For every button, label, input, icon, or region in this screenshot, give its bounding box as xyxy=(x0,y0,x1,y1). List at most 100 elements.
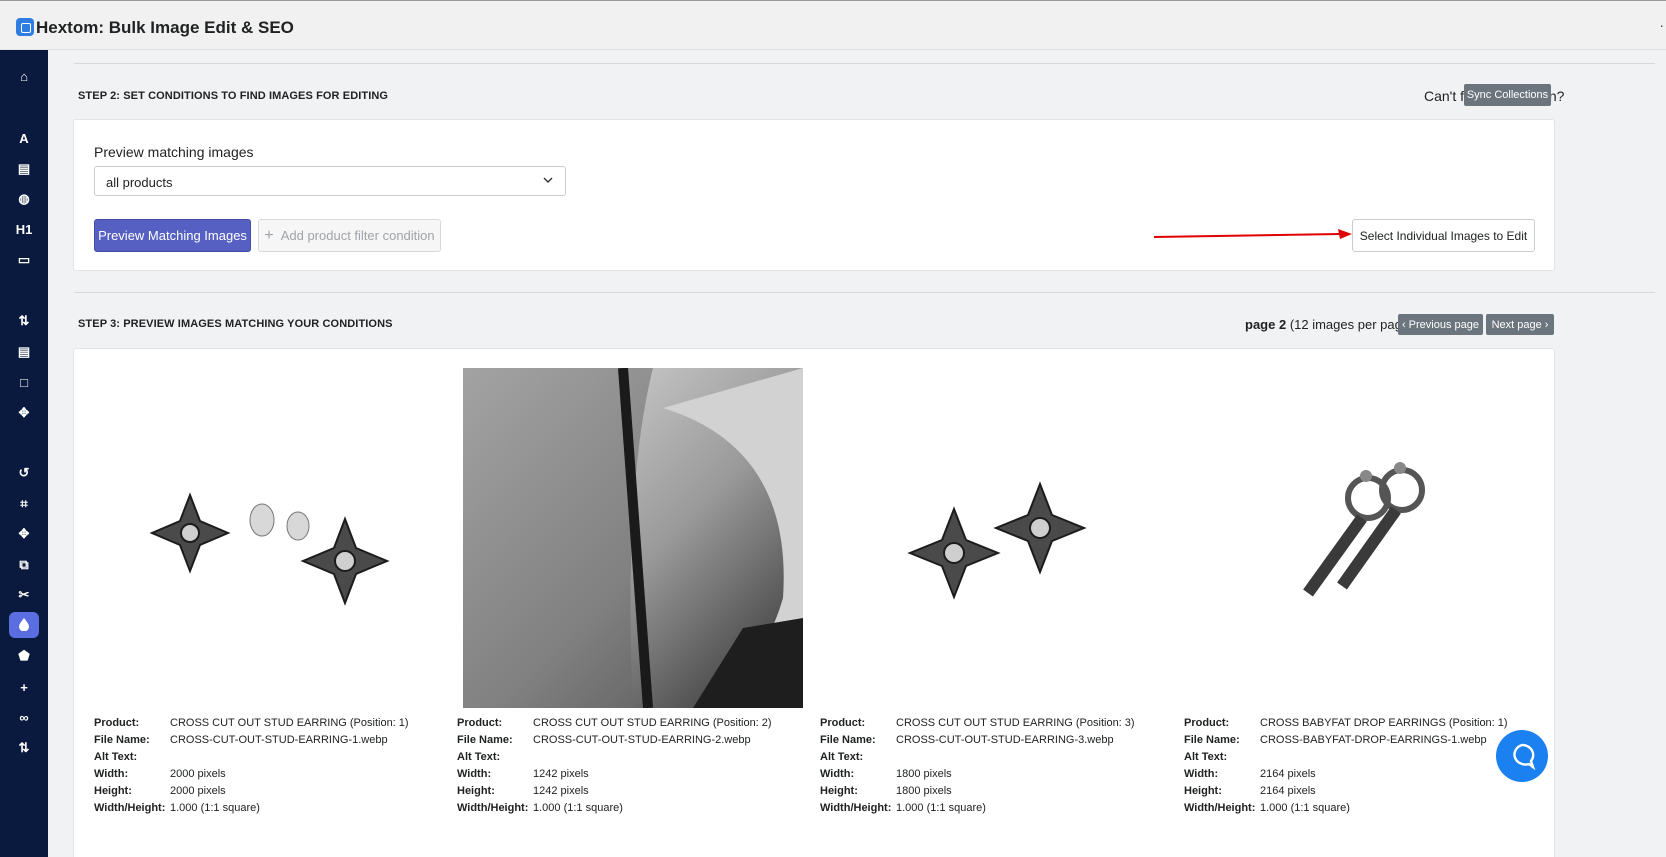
sidebar-item-scissors[interactable]: ✂ xyxy=(9,582,39,608)
sidebar-item-plus[interactable]: + xyxy=(9,674,39,700)
sidebar-item-home[interactable]: ⌂ xyxy=(9,63,39,89)
sidebar-item-image-file[interactable]: ▤ xyxy=(9,339,39,365)
sidebar-item-drop[interactable] xyxy=(9,612,39,638)
width-label: Width: xyxy=(94,767,129,780)
plus-icon: + xyxy=(264,226,274,244)
width-label: Width: xyxy=(457,767,492,780)
earring-image xyxy=(1190,368,1530,708)
file-name-label: File Name: xyxy=(820,733,876,746)
height-value: 1242 pixels xyxy=(533,784,589,797)
file-icon: ▤ xyxy=(17,161,31,176)
sidebar-item-crop[interactable]: ⌗ xyxy=(9,491,39,517)
chevron-right-icon: › xyxy=(1544,318,1549,331)
move-icon: ✥ xyxy=(18,405,30,420)
select-value: all products xyxy=(106,175,173,190)
preview-label: Preview matching images xyxy=(94,144,254,160)
alt-text-label: Alt Text: xyxy=(457,750,501,763)
sidebar-item-sort[interactable]: ⇅ xyxy=(9,308,39,334)
sidebar-item-file[interactable]: ▤ xyxy=(9,156,39,182)
sidebar: ⌂ A ▤ ◍ H1 ▭ ⇅ ▤ □ ✥ ↺ ⌗ ✥ ⧉ ✂ ⬟ + ∞ ⇅ xyxy=(0,50,48,857)
help-chat-button[interactable] xyxy=(1496,730,1548,782)
ratio-label: Width/Height: xyxy=(457,801,529,814)
sidebar-item-arrows[interactable]: ✥ xyxy=(9,521,39,547)
product-value: CROSS CUT OUT STUD EARRING (Position: 3) xyxy=(896,716,1135,729)
file-name-value: CROSS-CUT-OUT-STUD-EARRING-1.webp xyxy=(170,733,388,746)
ratio-label: Width/Height: xyxy=(820,801,892,814)
select-individual-images-button[interactable]: Select Individual Images to Edit xyxy=(1352,219,1535,252)
portrait-image xyxy=(463,367,803,709)
width-value: 2164 pixels xyxy=(1260,767,1316,780)
drop-icon xyxy=(18,617,30,634)
add-filter-label: Add product filter condition xyxy=(280,228,435,243)
image-meta-4: Product: CROSS BABYFAT DROP EARRINGS (Pos… xyxy=(1184,714,1508,816)
sidebar-item-alt-text[interactable]: A xyxy=(9,125,39,151)
alt-text-label: Alt Text: xyxy=(820,750,864,763)
ratio-value: 1.000 (1:1 square) xyxy=(896,801,986,814)
home-icon: ⌂ xyxy=(20,68,28,84)
height-label: Height: xyxy=(820,784,858,797)
link-icon: ∞ xyxy=(19,709,29,725)
height-label: Height: xyxy=(1184,784,1222,797)
product-image-4[interactable] xyxy=(1190,368,1530,708)
image-file-icon: ▤ xyxy=(17,344,31,359)
height-value: 1800 pixels xyxy=(896,784,952,797)
sidebar-item-globe[interactable]: ◍ xyxy=(9,186,39,212)
ratio-value: 1.000 (1:1 square) xyxy=(533,801,623,814)
sidebar-item-undo[interactable]: ↺ xyxy=(9,460,39,486)
preview-matching-images-button[interactable]: Preview Matching Images xyxy=(94,219,251,252)
product-image-1[interactable] xyxy=(102,368,442,708)
sidebar-item-square[interactable]: □ xyxy=(9,369,39,395)
sidebar-item-resize[interactable]: ⧉ xyxy=(9,552,39,578)
sidebar-item-heading[interactable]: H1 xyxy=(9,216,39,242)
file-name-value: CROSS-CUT-OUT-STUD-EARRING-3.webp xyxy=(896,733,1114,746)
page-number: page 2 xyxy=(1245,317,1287,332)
product-label: Product: xyxy=(1184,716,1230,729)
products-select[interactable]: all products xyxy=(94,166,566,196)
per-page-text: (12 images per page) xyxy=(1289,317,1414,332)
sidebar-item-caption[interactable]: ▭ xyxy=(9,247,39,273)
alt-text-icon: A xyxy=(19,130,29,146)
chevron-down-icon xyxy=(543,177,553,183)
plus-icon: + xyxy=(20,679,28,695)
resize-icon: ⧉ xyxy=(19,557,29,572)
more-icon[interactable]: · xyxy=(1659,17,1664,33)
ratio-label: Width/Height: xyxy=(1184,801,1256,814)
sort-icon: ⇅ xyxy=(18,313,30,328)
width-label: Width: xyxy=(820,767,855,780)
file-name-label: File Name: xyxy=(94,733,150,746)
tag-icon: ⬟ xyxy=(18,648,30,663)
sort-alt-icon: ⇅ xyxy=(18,740,30,755)
product-value: CROSS BABYFAT DROP EARRINGS (Position: 1… xyxy=(1260,716,1508,729)
product-label: Product: xyxy=(457,716,503,729)
width-value: 2000 pixels xyxy=(170,767,226,780)
sidebar-item-link[interactable]: ∞ xyxy=(9,704,39,730)
image-meta-2: Product: CROSS CUT OUT STUD EARRING (Posi… xyxy=(457,714,772,816)
sync-collections-button[interactable]: Sync Collections xyxy=(1464,84,1551,106)
image-meta-3: Product: CROSS CUT OUT STUD EARRING (Posi… xyxy=(820,714,1135,816)
sidebar-item-move[interactable]: ✥ xyxy=(9,400,39,426)
step2-title: STEP 2: SET CONDITIONS TO FIND IMAGES FO… xyxy=(78,90,389,102)
scissors-icon: ✂ xyxy=(18,587,30,602)
product-image-3[interactable] xyxy=(826,368,1166,708)
undo-icon: ↺ xyxy=(18,465,30,480)
chat-bubble-icon xyxy=(1513,743,1536,771)
previous-page-button[interactable]: ‹ Previous page xyxy=(1398,314,1483,335)
height-value: 2164 pixels xyxy=(1260,784,1316,797)
sidebar-item-tag[interactable]: ⬟ xyxy=(9,643,39,669)
product-label: Product: xyxy=(820,716,866,729)
divider xyxy=(74,63,1655,64)
next-page-label: Next page xyxy=(1491,318,1542,331)
heading-icon: H1 xyxy=(15,221,33,237)
add-filter-condition-button[interactable]: + Add product filter condition xyxy=(258,219,441,252)
ratio-value: 1.000 (1:1 square) xyxy=(1260,801,1350,814)
main-content: STEP 2: SET CONDITIONS TO FIND IMAGES FO… xyxy=(48,50,1666,857)
next-page-button[interactable]: Next page › xyxy=(1486,314,1554,335)
height-label: Height: xyxy=(94,784,132,797)
height-label: Height: xyxy=(457,784,495,797)
file-name-value: CROSS-CUT-OUT-STUD-EARRING-2.webp xyxy=(533,733,751,746)
caption-icon: ▭ xyxy=(17,252,31,267)
product-image-2[interactable] xyxy=(463,367,803,709)
sidebar-item-sort-alt[interactable]: ⇅ xyxy=(9,735,39,761)
file-name-label: File Name: xyxy=(1184,733,1240,746)
previous-page-label: Previous page xyxy=(1408,318,1479,331)
